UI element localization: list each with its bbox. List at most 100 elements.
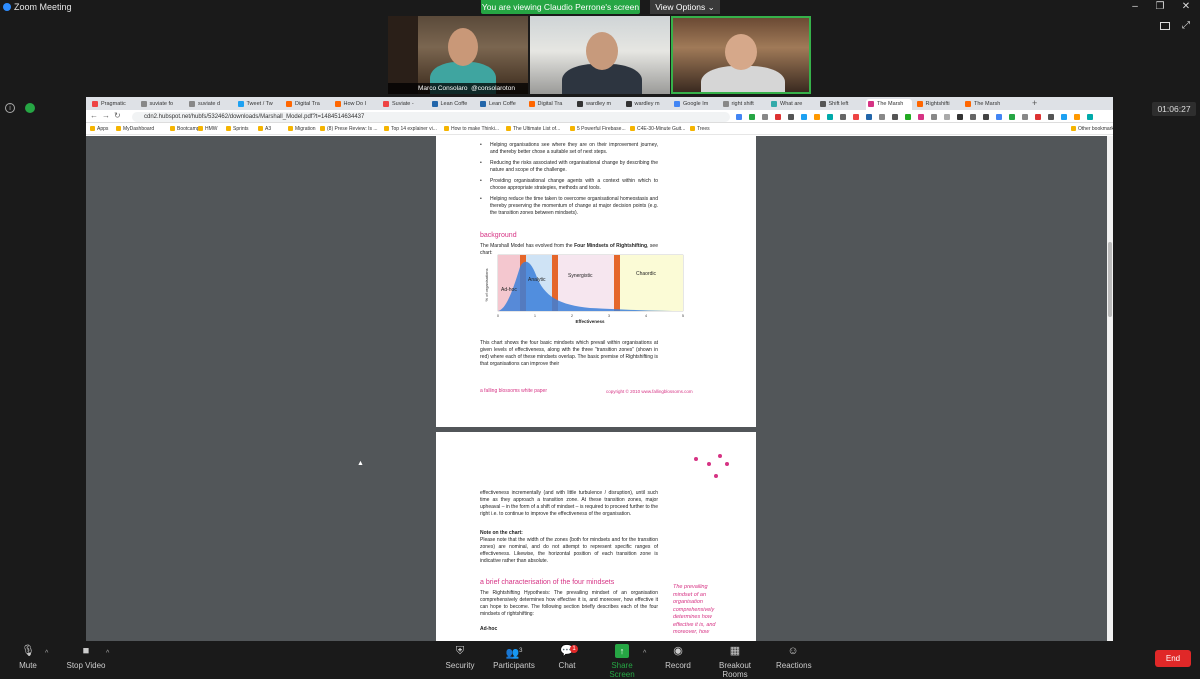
browser-tab[interactable]: Suviate - <box>381 99 427 110</box>
extension-icon[interactable] <box>1022 114 1028 120</box>
browser-tab[interactable]: right shift <box>721 99 767 110</box>
extension-icon[interactable] <box>1061 114 1067 120</box>
pull-quote: The prevailing mindset of an organisatio… <box>673 584 716 635</box>
browser-tab[interactable]: suviate d <box>187 99 233 110</box>
browser-tab[interactable]: wardley m <box>575 99 621 110</box>
chevron-up-icon[interactable]: ^ <box>45 650 48 657</box>
extension-icon[interactable] <box>892 114 898 120</box>
fullscreen-icon[interactable]: ⤢ <box>1182 20 1190 31</box>
bookmark-item[interactable]: (8) Prese Review: Is ... <box>320 126 378 132</box>
restore-icon[interactable]: ❐ <box>1150 1 1170 12</box>
forward-icon[interactable]: → <box>102 111 110 120</box>
browser-tab[interactable]: What are <box>769 99 815 110</box>
breakout-rooms-button[interactable]: ▦ Breakout Rooms <box>707 644 763 679</box>
back-icon[interactable]: ← <box>90 111 98 120</box>
bookmark-item[interactable]: Sprints <box>226 126 249 132</box>
record-button[interactable]: ◉ Record <box>665 644 691 670</box>
browser-tab[interactable]: Shift left <box>818 99 864 110</box>
browser-tab[interactable]: How Do I <box>333 99 379 110</box>
video-thumbnail[interactable]: Marco Consolaro @consolaroton <box>388 16 528 94</box>
browser-tab[interactable]: Digital Tra <box>284 99 330 110</box>
browser-tab[interactable]: Rightshifti <box>915 99 961 110</box>
browser-tab[interactable]: Digital Tra <box>527 99 573 110</box>
extension-icon[interactable] <box>931 114 937 120</box>
extension-icon[interactable] <box>1087 114 1093 120</box>
extension-icon[interactable] <box>840 114 846 120</box>
extension-icon[interactable] <box>775 114 781 120</box>
extension-icon[interactable] <box>827 114 833 120</box>
extension-icon[interactable] <box>853 114 859 120</box>
extension-icon[interactable] <box>983 114 989 120</box>
extension-icon[interactable] <box>814 114 820 120</box>
tick-label: 1 <box>534 314 536 318</box>
extension-icon[interactable] <box>879 114 885 120</box>
extension-icon[interactable] <box>918 114 924 120</box>
video-thumbnail[interactable] <box>530 16 670 94</box>
folder-icon <box>1071 126 1076 131</box>
security-button[interactable]: ⛨ Security <box>444 644 476 670</box>
layout-icon[interactable] <box>1160 22 1170 30</box>
browser-tab[interactable]: suviate fo <box>139 99 185 110</box>
bookmark-item[interactable]: The Ultimate List of... <box>506 126 560 132</box>
bookmark-item[interactable]: A3 <box>258 126 271 132</box>
url-input[interactable]: cdn2.hubspot.net/hubfs/532462/downloads/… <box>132 112 730 122</box>
extension-icon[interactable] <box>762 114 768 120</box>
browser-tab[interactable]: Google Im <box>672 99 718 110</box>
extension-icon[interactable] <box>1009 114 1015 120</box>
mute-button[interactable]: 🎙 Mute <box>14 644 42 670</box>
breakout-rooms-icon: ▦ <box>729 645 741 657</box>
info-icon[interactable]: i <box>5 103 15 113</box>
scrollbar-thumb[interactable] <box>1108 242 1112 317</box>
bookmark-item[interactable]: Top 14 explainer vi... <box>384 126 437 132</box>
bookmark-item[interactable]: Apps <box>90 126 108 132</box>
bookmark-item[interactable]: Other bookmarks <box>1071 126 1113 132</box>
bookmark-item[interactable]: How to make Thinki... <box>444 126 499 132</box>
bookmark-item[interactable]: 5 Powerful Firebase... <box>570 126 626 132</box>
extension-icon[interactable] <box>996 114 1002 120</box>
bookmark-item[interactable]: Bootcamp <box>170 126 200 132</box>
bookmark-item[interactable]: MyDashboard <box>116 126 154 132</box>
stop-video-button[interactable]: ■ Stop Video <box>64 644 108 670</box>
extension-icon[interactable] <box>905 114 911 120</box>
browser-tab[interactable]: The Marsh <box>866 99 912 110</box>
browser-tab[interactable]: Lean Coffe <box>478 99 524 110</box>
close-icon[interactable]: ✕ <box>1176 1 1196 12</box>
view-options-button[interactable]: View Options ⌄ <box>650 0 720 14</box>
minimize-icon[interactable]: – <box>1125 1 1145 12</box>
bookmark-item[interactable]: Trees <box>690 126 710 132</box>
browser-tab[interactable]: wardley m <box>624 99 670 110</box>
reactions-button[interactable]: ☺ Reactions <box>776 644 812 670</box>
end-meeting-button[interactable]: End <box>1155 650 1191 667</box>
tab-label: Tweet / Tw <box>246 101 273 107</box>
reload-icon[interactable]: ↻ <box>114 111 121 120</box>
bookmark-item[interactable]: HMW <box>198 126 218 132</box>
extension-icon[interactable] <box>1074 114 1080 120</box>
chevron-up-icon[interactable]: ^ <box>643 650 646 657</box>
blossom-marker <box>718 454 722 458</box>
browser-tab[interactable]: The Marsh <box>963 99 1009 110</box>
shield-icon[interactable] <box>25 103 35 113</box>
bookmark-item[interactable]: C4E-30-Minute Guit... <box>630 126 685 132</box>
blossom-marker <box>707 462 711 466</box>
vertical-scrollbar[interactable] <box>1107 136 1113 641</box>
extension-icon[interactable] <box>957 114 963 120</box>
browser-tab[interactable]: Lean Coffe <box>430 99 476 110</box>
extension-icon[interactable] <box>736 114 742 120</box>
extension-icon[interactable] <box>866 114 872 120</box>
extension-icon[interactable] <box>944 114 950 120</box>
extension-icon[interactable] <box>788 114 794 120</box>
extension-icon[interactable] <box>1048 114 1054 120</box>
bookmark-item[interactable]: Migration <box>288 126 316 132</box>
chevron-up-icon[interactable]: ^ <box>106 650 109 657</box>
extension-icon[interactable] <box>801 114 807 120</box>
participants-button[interactable]: 👥3 Participants <box>492 644 536 670</box>
extension-icon[interactable] <box>1035 114 1041 120</box>
browser-tab[interactable]: Tweet / Tw <box>236 99 282 110</box>
extension-icon[interactable] <box>749 114 755 120</box>
reactions-label: Reactions <box>776 661 812 670</box>
extension-icon[interactable] <box>970 114 976 120</box>
browser-tab[interactable]: Pragmatic <box>90 99 136 110</box>
video-thumbnail-active[interactable] <box>671 16 811 94</box>
new-tab-icon[interactable]: + <box>1032 98 1037 108</box>
share-screen-button[interactable]: ↑ Share Screen <box>599 644 645 679</box>
